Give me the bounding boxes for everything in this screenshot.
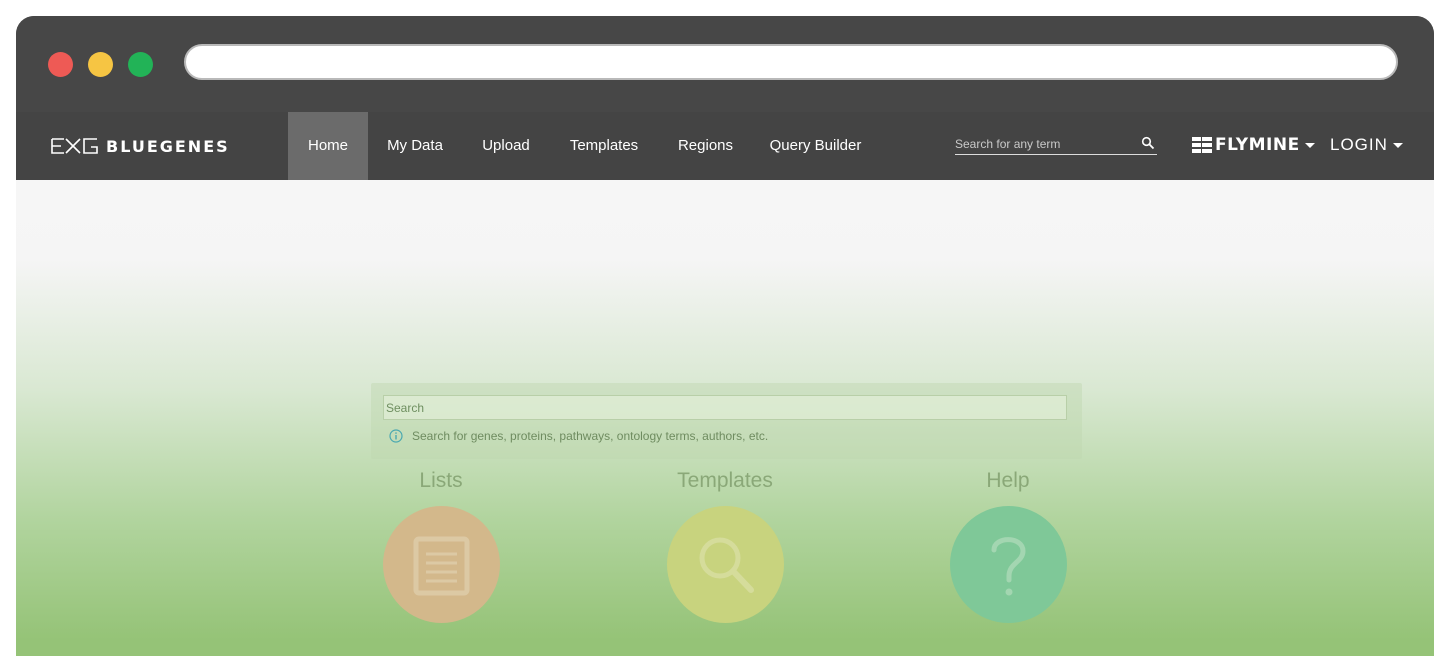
chevron-down-icon xyxy=(1304,142,1315,148)
search-hint-text: Search for genes, proteins, pathways, on… xyxy=(412,429,769,443)
navbar-search-input[interactable] xyxy=(955,134,1135,154)
navbar: BLUEGENES Home My Data Upload Templates … xyxy=(16,112,1434,180)
tab-my-data[interactable]: My Data xyxy=(368,112,462,180)
bluegenes-logo-icon xyxy=(51,138,98,154)
search-hint: Search for genes, proteins, pathways, on… xyxy=(389,428,768,444)
feature-title: Help xyxy=(986,469,1030,492)
login-label: LOGIN xyxy=(1330,135,1388,154)
feature-title: Lists xyxy=(419,469,463,492)
home-content: Search for genes, proteins, pathways, on… xyxy=(16,180,1434,656)
document-icon[interactable] xyxy=(383,506,500,623)
search-icon[interactable] xyxy=(1141,136,1155,150)
bluegenes-logo[interactable]: BLUEGENES xyxy=(50,134,230,158)
tab-home[interactable]: Home xyxy=(288,112,368,180)
navbar-search xyxy=(955,134,1157,155)
mine-grid-icon xyxy=(1192,137,1212,153)
tab-query-builder[interactable]: Query Builder xyxy=(753,112,878,180)
main-search-input[interactable] xyxy=(383,395,1067,420)
minimize-window-button[interactable] xyxy=(88,52,113,77)
mine-selector[interactable]: FLYMINE xyxy=(1192,133,1315,157)
info-icon xyxy=(389,429,403,443)
tab-regions[interactable]: Regions xyxy=(658,112,753,180)
login-menu[interactable]: LOGIN xyxy=(1330,133,1403,157)
mine-name: FLYMINE xyxy=(1215,135,1300,155)
browser-title-bar xyxy=(16,16,1434,112)
feature-title: Templates xyxy=(677,469,773,492)
close-window-button[interactable] xyxy=(48,52,73,77)
chevron-down-icon xyxy=(1392,142,1403,148)
magnifier-icon[interactable] xyxy=(667,506,784,623)
search-panel: Search for genes, proteins, pathways, on… xyxy=(371,383,1082,459)
feature-lists[interactable]: Lists xyxy=(366,466,516,623)
logo-text: BLUEGENES xyxy=(106,136,230,156)
tab-templates[interactable]: Templates xyxy=(550,112,658,180)
feature-templates[interactable]: Templates xyxy=(650,466,800,623)
zoom-window-button[interactable] xyxy=(128,52,153,77)
tab-upload[interactable]: Upload xyxy=(462,112,550,180)
address-bar[interactable] xyxy=(184,44,1398,80)
feature-help[interactable]: Help xyxy=(933,466,1083,623)
question-icon[interactable] xyxy=(950,506,1067,623)
browser-window: BLUEGENES Home My Data Upload Templates … xyxy=(16,16,1434,656)
